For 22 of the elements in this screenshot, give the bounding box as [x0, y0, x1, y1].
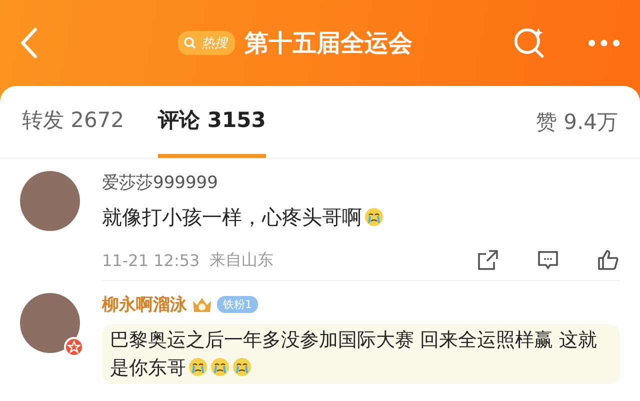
thumbs-up-icon[interactable] — [596, 248, 620, 272]
page-title: 第十五届全运会 — [244, 28, 412, 59]
likes-count[interactable]: 赞 9.4万 — [536, 108, 618, 136]
tab[interactable]: 转发 2672 — [22, 86, 124, 158]
share-icon[interactable] — [476, 248, 500, 272]
comment-text: 就像打小孩一样，心疼头哥啊 — [102, 202, 620, 232]
username[interactable]: 爱莎莎999999 — [102, 171, 218, 194]
crying-face-icon — [232, 357, 252, 377]
hot-search-badge: 热搜 — [178, 31, 234, 55]
comment-text: 巴黎奥运之后一年多没参加国际大赛 回来全运照样赢 这就是你东哥 — [102, 324, 620, 384]
crying-face-icon — [210, 357, 230, 377]
tab[interactable]: 评论 3153 — [158, 86, 266, 158]
comment-time: 11-21 12:53 — [102, 250, 200, 270]
star-badge-icon — [64, 337, 84, 357]
username[interactable]: 柳永啊溜泳 — [102, 293, 187, 316]
crying-face-icon — [188, 357, 208, 377]
comment-icon[interactable] — [536, 248, 560, 272]
more-icon[interactable] — [588, 39, 620, 47]
search-icon[interactable] — [512, 26, 546, 60]
comment-location: 来自山东 — [210, 250, 274, 270]
crying-face-icon — [364, 207, 384, 227]
fan-level-badge: 铁粉1 — [217, 296, 258, 313]
